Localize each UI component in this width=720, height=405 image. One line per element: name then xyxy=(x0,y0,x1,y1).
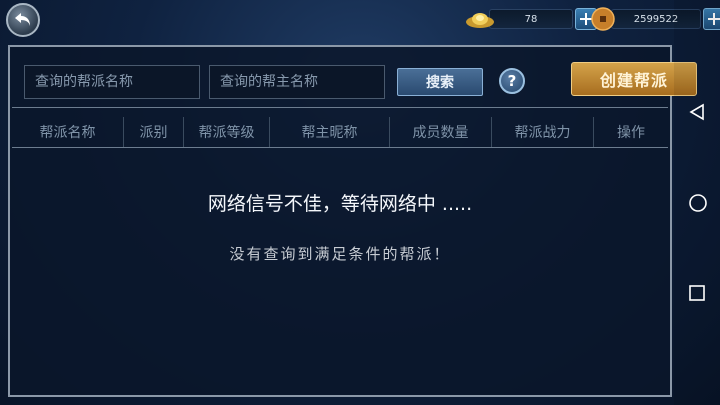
help-icon[interactable]: ? xyxy=(499,68,525,94)
column-header-member-count: 成员数量 xyxy=(390,117,492,147)
copper-coin-icon xyxy=(591,7,615,31)
guild-name-search-input[interactable] xyxy=(24,65,200,99)
guild-panel: 搜索 ? 创建帮派 帮派名称 派别 帮派等级 帮主昵称 成员数量 帮派战力 操作… xyxy=(8,45,697,397)
column-header-action: 操作 xyxy=(617,125,645,141)
column-header-guild-name: 帮派名称 xyxy=(12,117,124,147)
gold-amount: 78 xyxy=(489,9,573,29)
search-button[interactable]: 搜索 xyxy=(397,68,483,96)
square-recents-icon[interactable] xyxy=(688,284,706,302)
column-header-guild-level: 帮派等级 xyxy=(184,117,270,147)
gold-ingot-icon xyxy=(466,13,494,28)
leader-name-search-input[interactable] xyxy=(209,65,385,99)
back-arrow-icon xyxy=(15,13,30,26)
circle-home-icon[interactable] xyxy=(688,193,708,213)
network-status-message: 网络信号不佳，等待网络中 ..... xyxy=(207,193,473,215)
column-header-leader-nickname: 帮主昵称 xyxy=(270,117,390,147)
back-button[interactable] xyxy=(6,3,40,37)
search-bar: 搜索 ? 创建帮派 xyxy=(12,49,697,108)
system-nav-bar xyxy=(674,0,720,405)
triangle-back-icon[interactable] xyxy=(688,103,706,121)
table-header: 帮派名称 派别 帮派等级 帮主昵称 成员数量 帮派战力 操作 xyxy=(12,117,668,148)
empty-result-message: 没有查询到满足条件的帮派！ xyxy=(229,245,451,263)
gold-currency: 78 xyxy=(465,8,597,30)
column-header-guild-power: 帮派战力 xyxy=(492,117,594,147)
column-header-faction: 派别 xyxy=(124,117,184,147)
